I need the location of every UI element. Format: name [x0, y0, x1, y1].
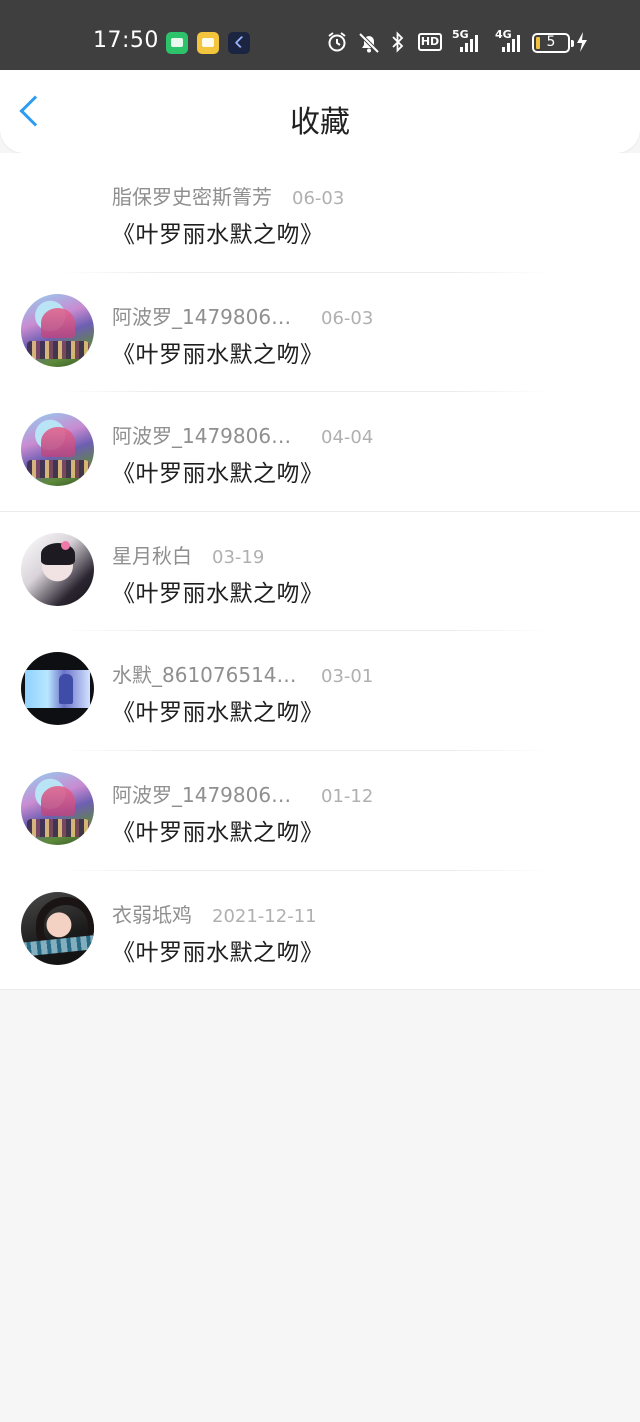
work-title[interactable]: 《叶罗丽水默之吻》 [112, 574, 324, 608]
item-date: 03-01 [321, 666, 374, 688]
signal-4g-icon [502, 34, 520, 52]
list-item[interactable]: 阿波罗_14798063... 04-04 《叶罗丽水默之吻》 [0, 392, 640, 512]
battery-icon: 5 [532, 33, 574, 53]
chat-app-icon [166, 32, 188, 54]
page-title: 收藏 [290, 105, 350, 140]
user-name[interactable]: 阿波罗_14798063... [112, 420, 297, 449]
work-title[interactable]: 《叶罗丽水默之吻》 [112, 454, 324, 488]
avatar[interactable] [21, 771, 94, 845]
item-date: 03-19 [212, 546, 265, 568]
item-meta: 阿波罗_14798063... 01-12 [112, 779, 373, 808]
favorites-list: 脂保罗史密斯箐芳 06-03 《叶罗丽水默之吻》 阿波罗_14798063...… [0, 153, 640, 991]
alarm-icon [328, 32, 346, 52]
list-item[interactable]: 水默_8610765144... 03-01 《叶罗丽水默之吻》 [0, 631, 640, 751]
user-name[interactable]: 星月秋白 [112, 540, 192, 569]
user-name[interactable]: 衣弱坻鸡 [112, 899, 192, 928]
avatar[interactable] [21, 293, 94, 367]
user-name[interactable]: 阿波罗_14798063... [112, 301, 297, 330]
item-meta: 脂保罗史密斯箐芳 06-03 [112, 181, 344, 210]
user-name[interactable]: 水默_8610765144... [112, 659, 297, 688]
hd-voice-badge: HD [418, 33, 442, 51]
battery-level: 5 [546, 34, 556, 50]
hd-label: HD [420, 35, 440, 48]
signal-5g-icon [460, 34, 478, 52]
item-meta: 星月秋白 03-19 [112, 540, 264, 569]
notes-app-icon [197, 32, 219, 54]
work-title[interactable]: 《叶罗丽水默之吻》 [112, 215, 324, 249]
item-date: 01-12 [321, 785, 374, 807]
back-app-icon [228, 32, 250, 54]
avatar[interactable] [21, 413, 94, 487]
charging-icon [577, 32, 587, 52]
list-item[interactable]: 脂保罗史密斯箐芳 06-03 《叶罗丽水默之吻》 [0, 153, 640, 273]
item-meta: 水默_8610765144... 03-01 [112, 659, 373, 688]
user-name[interactable]: 脂保罗史密斯箐芳 [112, 181, 272, 210]
work-title[interactable]: 《叶罗丽水默之吻》 [112, 933, 324, 967]
list-item[interactable]: 阿波罗_14798063... 01-12 《叶罗丽水默之吻》 [0, 751, 640, 871]
item-date: 2021-12-11 [212, 905, 317, 927]
item-date: 06-03 [292, 188, 345, 209]
list-item[interactable]: 阿波罗_14798063... 06-03 《叶罗丽水默之吻》 [0, 273, 640, 393]
work-title[interactable]: 《叶罗丽水默之吻》 [112, 335, 324, 369]
item-date: 06-03 [321, 307, 374, 329]
item-meta: 阿波罗_14798063... 04-04 [112, 420, 373, 449]
list-item[interactable]: 衣弱坻鸡 2021-12-11 《叶罗丽水默之吻》 [0, 871, 640, 991]
list-item[interactable]: 星月秋白 03-19 《叶罗丽水默之吻》 [0, 512, 640, 632]
divider [0, 989, 640, 991]
item-meta: 阿波罗_14798063... 06-03 [112, 301, 373, 330]
avatar[interactable] [21, 891, 94, 965]
avatar[interactable] [21, 532, 94, 606]
silent-bell-icon [358, 32, 380, 54]
work-title[interactable]: 《叶罗丽水默之吻》 [112, 693, 324, 727]
nav-header: 收藏 [0, 70, 640, 153]
item-meta: 衣弱坻鸡 2021-12-11 [112, 899, 317, 928]
status-time: 17:50 [93, 28, 159, 53]
avatar[interactable] [21, 652, 94, 726]
bluetooth-icon [392, 31, 404, 53]
user-name[interactable]: 阿波罗_14798063... [112, 779, 297, 808]
work-title[interactable]: 《叶罗丽水默之吻》 [112, 813, 324, 847]
item-date: 04-04 [321, 427, 374, 449]
status-bar: 17:50 HD 5G 4G 5 [0, 0, 640, 70]
